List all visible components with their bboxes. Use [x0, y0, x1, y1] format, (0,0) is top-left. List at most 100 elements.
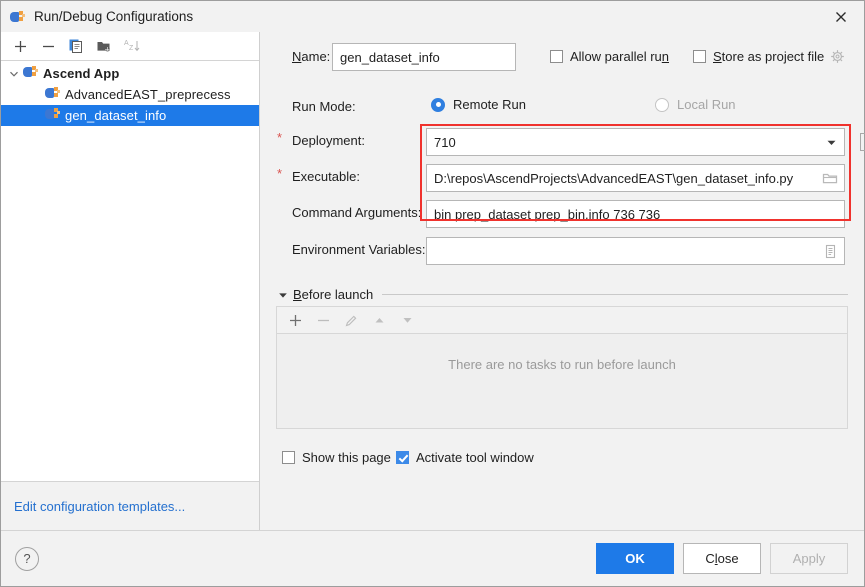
deployment-combobox[interactable]: 710	[426, 128, 845, 156]
allow-parallel-run-checkbox[interactable]: Allow parallel run	[550, 49, 669, 64]
environment-variables-label: Environment Variables:	[292, 242, 426, 257]
list-edit-icon[interactable]	[816, 244, 844, 259]
folder-add-icon	[97, 42, 110, 52]
run-debug-configurations-dialog: Run/Debug Configurations A Z Ascend App …	[0, 0, 865, 587]
run-mode-label: Run Mode:	[292, 99, 356, 114]
before-launch-toolbar	[276, 306, 848, 333]
executable-label-wrap: Executable:	[292, 169, 360, 184]
remote-run-radio[interactable]: Remote Run	[431, 97, 526, 112]
minus-icon	[317, 319, 329, 321]
window-title: Run/Debug Configurations	[34, 9, 194, 24]
radio-button[interactable]	[655, 97, 669, 112]
apply-button[interactable]: Apply	[770, 543, 848, 574]
add-task-button[interactable]	[281, 308, 309, 332]
environment-variables-label-wrap: Environment Variables:	[292, 242, 425, 257]
tree-node-ascend-app[interactable]: Ascend App	[1, 63, 259, 84]
tree-node-label: Ascend App	[43, 66, 120, 81]
remote-run-label: Remote Run	[453, 97, 526, 112]
plus-icon	[14, 40, 26, 52]
executable-input[interactable]: D:\repos\AscendProjects\AdvancedEAST\gen…	[426, 164, 845, 192]
radio-button[interactable]	[431, 97, 445, 112]
tree-node-label: gen_dataset_info	[65, 108, 167, 123]
copy-configuration-button[interactable]	[62, 34, 90, 58]
command-arguments-input[interactable]: bin prep_dataset prep_bin.info 736 736	[426, 200, 845, 228]
copy-icon	[69, 39, 82, 53]
name-label-wrap: Name:	[292, 49, 330, 64]
sort-configurations-button[interactable]: A Z	[118, 34, 146, 58]
dialog-footer: ? OK Cl ose Apply	[1, 530, 864, 586]
deployment-value: 710	[434, 134, 456, 150]
allow-parallel-run-label: Allow parallel run	[570, 49, 669, 64]
help-button[interactable]: ?	[15, 546, 39, 571]
executable-required-marker: *	[277, 166, 283, 181]
executable-label: Executable:	[292, 169, 360, 184]
run-mode-label-wrap: Run Mode:	[292, 99, 356, 114]
add-deployment-button[interactable]	[860, 133, 865, 151]
checkbox-box[interactable]	[693, 50, 706, 63]
pencil-icon	[345, 315, 356, 326]
local-run-label: Local Run	[677, 97, 736, 112]
collapse-icon[interactable]	[276, 290, 290, 300]
expand-collapse-icon[interactable]	[5, 69, 23, 79]
arrow-down-icon	[403, 317, 411, 323]
tree-toolbar: A Z	[1, 32, 259, 61]
name-input[interactable]: gen_dataset_info	[332, 43, 516, 71]
ascend-app-icon	[45, 106, 61, 125]
name-label: Name:	[292, 49, 331, 64]
arrow-up-icon	[375, 317, 383, 322]
show-this-page-checkbox[interactable]: Show this page	[282, 450, 391, 465]
add-configuration-button[interactable]	[6, 34, 34, 58]
checkbox-box[interactable]	[396, 451, 409, 464]
command-arguments-label-wrap: Command Arguments:	[292, 205, 421, 220]
ascend-app-icon	[10, 9, 26, 25]
footer-buttons: OK Cl ose Apply	[596, 543, 848, 574]
ascend-app-icon	[23, 64, 39, 83]
checkbox-box[interactable]	[550, 50, 563, 63]
executable-value: D:\repos\AscendProjects\AdvancedEAST\gen…	[434, 170, 794, 186]
question-mark-icon: ?	[23, 551, 31, 566]
ok-button[interactable]: OK	[596, 543, 674, 574]
deployment-required-marker: *	[277, 130, 283, 145]
tree-node-advancedeast-preprecess[interactable]: AdvancedEAST_preprecess	[1, 84, 259, 105]
before-launch-header[interactable]: Before launch	[276, 287, 848, 302]
gear-icon[interactable]	[830, 49, 845, 64]
deployment-label: Deployment:	[292, 133, 365, 148]
remove-task-button[interactable]	[309, 308, 337, 332]
move-task-down-button[interactable]	[393, 308, 421, 332]
title-bar: Run/Debug Configurations	[1, 1, 864, 32]
tree-node-gen-dataset-info[interactable]: gen_dataset_info	[1, 105, 259, 126]
activate-tool-window-label: Activate tool window	[416, 450, 534, 465]
chevron-down-icon[interactable]	[818, 137, 844, 148]
local-run-radio[interactable]: Local Run	[655, 97, 736, 112]
before-launch-title: Before launch	[293, 287, 374, 302]
store-as-project-file-checkbox[interactable]: Store as project file	[693, 49, 845, 64]
environment-variables-input[interactable]	[426, 237, 845, 265]
new-folder-button[interactable]	[90, 34, 118, 58]
divider	[382, 294, 848, 295]
svg-text:Z: Z	[129, 45, 134, 52]
checkbox-box[interactable]	[282, 451, 295, 464]
edit-configuration-templates-row: Edit configuration templates...	[1, 481, 259, 530]
dialog-body: A Z Ascend App AdvancedEAST_preprecess g…	[1, 32, 865, 530]
move-task-up-button[interactable]	[365, 308, 393, 332]
folder-icon[interactable]	[816, 170, 844, 186]
configuration-form-pane: Name: gen_dataset_info Allow parallel ru…	[260, 32, 865, 530]
sort-alphabetical-icon: A Z	[124, 40, 140, 52]
edit-task-button[interactable]	[337, 308, 365, 332]
show-this-page-label: Show this page	[302, 450, 391, 465]
close-button[interactable]: Cl ose	[683, 543, 761, 574]
configurations-tree-pane: A Z Ascend App AdvancedEAST_preprecess g…	[1, 32, 260, 530]
before-launch-empty-text: There are no tasks to run before launch	[448, 357, 676, 372]
close-window-button[interactable]	[818, 1, 864, 32]
edit-configuration-templates-link[interactable]: Edit configuration templates...	[14, 499, 185, 514]
activate-tool-window-checkbox[interactable]: Activate tool window	[396, 450, 534, 465]
name-input-value: gen_dataset_info	[340, 49, 440, 65]
plus-icon	[289, 314, 301, 326]
configurations-tree[interactable]: Ascend App AdvancedEAST_preprecess gen_d…	[1, 61, 259, 481]
command-arguments-label: Command Arguments:	[292, 205, 422, 220]
minus-icon	[42, 45, 54, 47]
store-as-project-file-label: Store as project file	[713, 49, 825, 64]
before-launch-task-list[interactable]: There are no tasks to run before launch	[276, 333, 848, 429]
tree-node-label: AdvancedEAST_preprecess	[65, 87, 231, 102]
remove-configuration-button[interactable]	[34, 34, 62, 58]
